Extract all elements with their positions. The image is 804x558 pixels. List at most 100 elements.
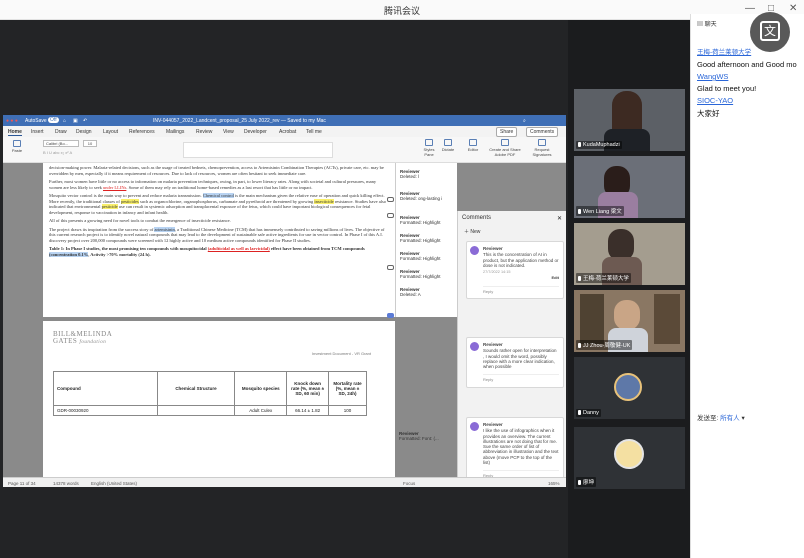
autosave-label[interactable]: AutoSave (25, 118, 47, 124)
revision-note[interactable]: Reviewer Formatted: Highlight (400, 215, 456, 225)
video-tile[interactable]: JJ Zhou-周敬健-UK (574, 290, 685, 352)
video-tile[interactable]: Danny (574, 357, 685, 419)
tab-references[interactable]: References (129, 129, 155, 135)
tab-layout[interactable]: Layout (103, 129, 118, 135)
revision-note[interactable]: Reviewer Formatted: Highlight (400, 269, 456, 279)
word-count: 14378 words (53, 481, 79, 486)
paste-button[interactable]: Paste (8, 140, 26, 153)
font-select[interactable]: Calibri (Bo... (43, 140, 79, 147)
tab-tell-me[interactable]: Tell me (306, 129, 322, 135)
tab-mailings[interactable]: Mailings (166, 129, 184, 135)
comment-marker-icon[interactable] (387, 197, 394, 202)
save-icon[interactable]: ▣ (73, 118, 78, 124)
participant-name: KudaMuphadzi (576, 141, 622, 149)
share-button[interactable]: Share (496, 127, 518, 137)
word-window: ● ● ● AutoSave Off ⌂ ▣ ↶ INV-044057_2022… (3, 115, 566, 487)
avatar (470, 422, 479, 431)
video-tile[interactable]: 王梅-荷兰莱顿大学 (574, 223, 685, 285)
send-to-selector[interactable]: 发送至: 所有人 ▾ (697, 412, 745, 422)
chat-sender[interactable]: SIOC-YAO (697, 96, 733, 105)
home-icon[interactable]: ⌂ (63, 118, 66, 124)
minimize-icon[interactable]: — (745, 3, 755, 14)
paragraph: decision-making power. Malaria-related d… (49, 165, 384, 176)
chat-header: ▤ 聊天 (697, 22, 717, 28)
revision-note[interactable]: Reviewer Formatted: Font: (... (399, 431, 439, 441)
revision-note[interactable]: Reviewer Deleted: l (400, 169, 456, 179)
new-comment-button[interactable]: ＋ New (464, 228, 480, 235)
tab-design[interactable]: Design (76, 129, 92, 135)
tab-view[interactable]: View (223, 129, 234, 135)
autosave-toggle[interactable]: Off (48, 117, 59, 123)
tab-developer[interactable]: Developer (244, 129, 267, 135)
translate-icon: 文 (760, 21, 780, 41)
microphone-icon (578, 209, 581, 215)
font-size-select[interactable]: 10 (83, 140, 97, 147)
chevron-down-icon: ▾ (741, 415, 745, 422)
chat-message: Good afternoon and Good mo (697, 60, 797, 69)
comments-button[interactable]: Comments (526, 127, 559, 137)
comment-card[interactable]: Reviewer I like the use of infographics … (466, 417, 564, 484)
style-gallery[interactable] (183, 142, 333, 158)
tab-acrobat[interactable]: Acrobat (279, 129, 296, 135)
chat-input[interactable] (697, 426, 799, 546)
format-buttons[interactable]: B I U abc x₂ x² A (43, 150, 173, 158)
participant-name: 廖坤 (576, 477, 597, 487)
language[interactable]: English (United States) (91, 481, 137, 486)
search-icon[interactable]: ⌕ (523, 118, 526, 124)
edit-comment-button[interactable]: Edit (483, 275, 559, 280)
undo-icon[interactable]: ↶ (83, 118, 87, 124)
chat-sender[interactable]: 王梅-荷兰莱顿大学 (697, 46, 751, 56)
window-title: 腾讯会议 (383, 6, 420, 16)
close-pane-icon[interactable]: ✕ (557, 215, 562, 222)
microphone-icon (578, 276, 581, 282)
participant-name: Wen Liang 梁文 (576, 206, 624, 216)
microphone-icon (578, 142, 581, 148)
styles-pane-icon (425, 139, 433, 146)
revision-note[interactable]: Reviewer Deleted: A (400, 287, 456, 297)
document-page[interactable]: decision-making power. Malaria-related d… (43, 163, 395, 317)
styles-pane-button[interactable]: Styles Pane (421, 139, 437, 157)
table-header: Compound (53, 371, 158, 406)
tab-draw[interactable]: Draw (55, 129, 67, 135)
revision-note[interactable]: Reviewer Formatted: Highlight (400, 251, 456, 261)
video-tile[interactable]: Wen Liang 梁文 (574, 156, 685, 218)
window-titlebar: 腾讯会议 — □ ✕ (0, 0, 804, 20)
reply-input[interactable]: Reply (483, 285, 559, 294)
close-icon[interactable]: ✕ (789, 3, 797, 14)
translate-button[interactable]: 文 (750, 12, 790, 52)
comment-card[interactable]: Reviewer This is the concentration of AI… (466, 241, 564, 300)
reply-input[interactable]: Reply (483, 374, 559, 382)
comments-pane-title: Comments (462, 215, 492, 221)
focus-button[interactable]: Focus (403, 481, 415, 486)
comment-marker-icon[interactable] (387, 213, 394, 218)
revision-note[interactable]: Reviewer Deleted: ong-lasting i (400, 191, 456, 201)
table-cell: 100 (328, 405, 367, 416)
comment-marker-icon[interactable] (387, 265, 394, 270)
tab-home[interactable]: Home (8, 129, 22, 136)
video-tile[interactable]: 廖坤 (574, 427, 685, 489)
dictate-button[interactable]: Dictate (440, 139, 456, 152)
markup-area: Reviewer Deleted: l Reviewer Deleted: ong-… (395, 163, 457, 317)
paragraph: Further, most women have little or no ac… (49, 179, 377, 190)
create-pdf-button[interactable]: Create and Share Adobe PDF (487, 139, 523, 157)
document-area: decision-making power. Malaria-related d… (3, 163, 566, 487)
table-header: Mortality rate (%, mean ± SD, 24h) (328, 371, 367, 406)
tab-review[interactable]: Review (196, 129, 212, 135)
avatar (470, 342, 479, 351)
table-header: Chemical Structure (156, 371, 236, 406)
comment-card[interactable]: Reviewer Sounds rather open for interpre… (466, 337, 564, 388)
zoom-level[interactable]: 165% (548, 481, 560, 486)
request-signatures-button[interactable]: Request Signatures (527, 139, 557, 157)
editor-button[interactable]: Editor (465, 139, 481, 152)
document-page[interactable]: BILL&MELINDA GATES foundation Investment… (43, 321, 395, 481)
microphone-icon (578, 410, 581, 416)
page-count: Page 11 of 34 (8, 481, 36, 486)
table-caption: Table 1: In Phase I studies, the most pr… (49, 246, 365, 257)
tab-insert[interactable]: Insert (31, 129, 44, 135)
video-tile[interactable]: KudaMuphadzi (574, 89, 685, 151)
comments-pane: Comments ✕ ＋ New Reviewer This is the co… (457, 211, 566, 487)
comment-marker-active-icon[interactable] (387, 313, 394, 318)
revision-note[interactable]: Reviewer Formatted: Highlight (400, 233, 456, 243)
ribbon-toolbar: Paste Calibri (Bo... 10 B I U abc x₂ x² … (3, 137, 566, 163)
chat-sender[interactable]: WangWS (697, 72, 728, 81)
